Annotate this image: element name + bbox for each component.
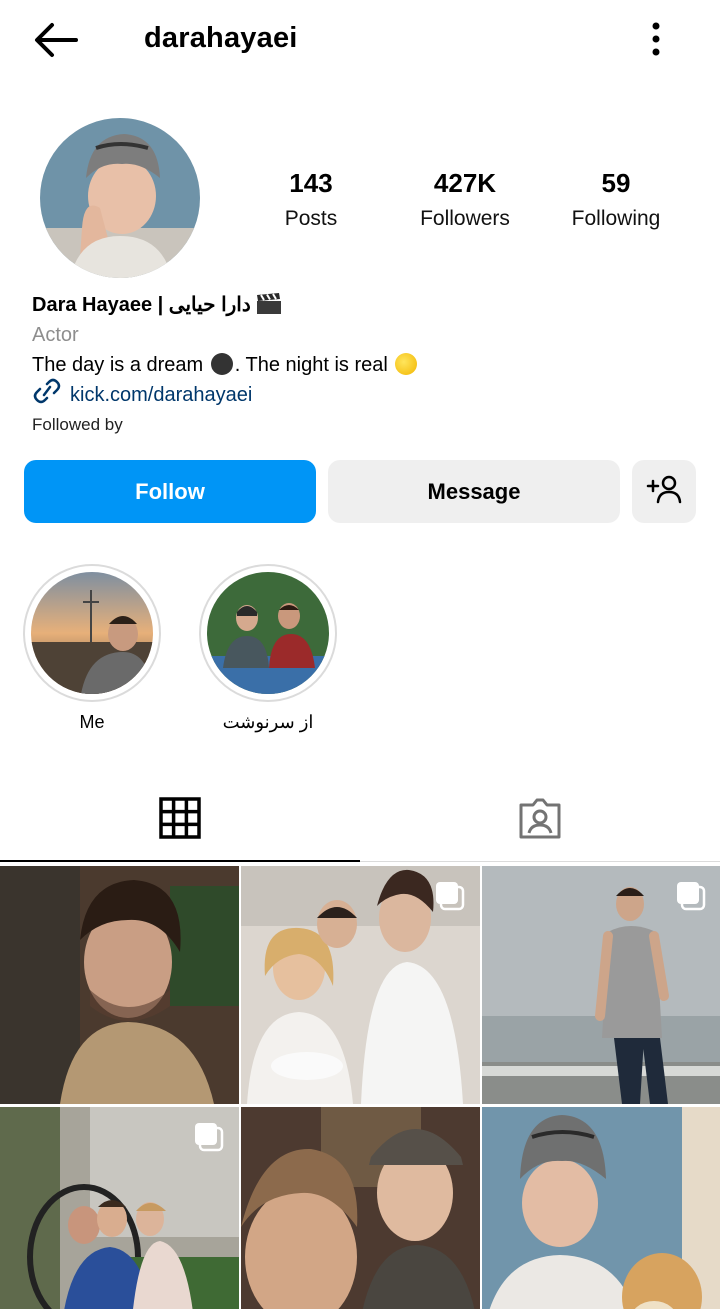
- highlight-me[interactable]: Me: [23, 564, 161, 733]
- bio-text-part-1: The day is a dream: [32, 354, 209, 376]
- bio-section: Dara Hayaee | دارا حیایی Actor The day i…: [32, 290, 692, 440]
- category-label: Actor: [32, 324, 79, 346]
- black-circle-emoji-icon: [210, 353, 233, 375]
- tab-posts-grid[interactable]: [0, 780, 360, 862]
- followers-count: 427K: [433, 168, 497, 198]
- highlight-ring: [23, 564, 161, 702]
- post-thumbnail[interactable]: [482, 1107, 720, 1309]
- multiple-photos-icon: [436, 882, 465, 911]
- following-label: Following: [571, 207, 661, 230]
- posts-count: 143: [289, 168, 333, 198]
- posts-stat[interactable]: 143 Posts: [241, 168, 381, 231]
- back-arrow-icon[interactable]: [28, 18, 84, 62]
- highlight-cover-image: [207, 572, 329, 694]
- profile-avatar[interactable]: [40, 118, 200, 278]
- link-icon: [32, 378, 62, 413]
- display-name: Dara Hayaee | دارا حیایی: [32, 294, 251, 316]
- highlight-label: از سرنوشت: [222, 712, 314, 732]
- following-count: 59: [601, 168, 631, 198]
- followed-by-text[interactable]: Followed by: [32, 410, 692, 440]
- profile-username: darahayaei: [144, 22, 298, 54]
- moon-emoji-icon: [395, 353, 418, 375]
- suggest-users-button[interactable]: [632, 460, 696, 523]
- followers-stat[interactable]: 427K Followers: [395, 168, 535, 231]
- post-thumbnail[interactable]: [0, 866, 239, 1104]
- followers-label: Followers: [420, 207, 510, 230]
- highlight-cover-image: [31, 572, 153, 694]
- follow-button[interactable]: Follow: [24, 460, 316, 523]
- tagged-person-icon: [517, 797, 563, 844]
- profile-tabs: [0, 780, 720, 862]
- bio-link-text[interactable]: kick.com/darahayaei: [70, 380, 252, 410]
- highlight-az-sarnevesht[interactable]: از سرنوشت: [199, 564, 337, 733]
- tab-tagged[interactable]: [360, 780, 720, 862]
- posts-label: Posts: [284, 207, 338, 230]
- clapperboard-icon: [256, 293, 282, 324]
- post-thumbnail[interactable]: [0, 1107, 239, 1309]
- bio-text-part-2: . The night is real: [234, 354, 394, 376]
- message-button[interactable]: Message: [328, 460, 620, 523]
- multiple-photos-icon: [677, 882, 706, 911]
- post-thumbnail[interactable]: [241, 1107, 480, 1309]
- top-bar: darahayaei: [0, 0, 720, 80]
- more-options-icon[interactable]: [638, 18, 674, 62]
- post-thumbnail[interactable]: [241, 866, 480, 1104]
- post-thumbnail[interactable]: [482, 866, 720, 1104]
- highlight-ring: [199, 564, 337, 702]
- multiple-photos-icon: [195, 1123, 224, 1152]
- grid-icon: [159, 796, 201, 844]
- following-stat[interactable]: 59 Following: [546, 168, 686, 231]
- add-person-icon: [646, 474, 682, 510]
- display-name-row: Dara Hayaee | دارا حیایی: [32, 290, 692, 320]
- highlight-label: Me: [79, 712, 105, 732]
- bio-text: The day is a dream . The night is real: [32, 350, 692, 380]
- bio-link[interactable]: kick.com/darahayaei: [32, 378, 692, 413]
